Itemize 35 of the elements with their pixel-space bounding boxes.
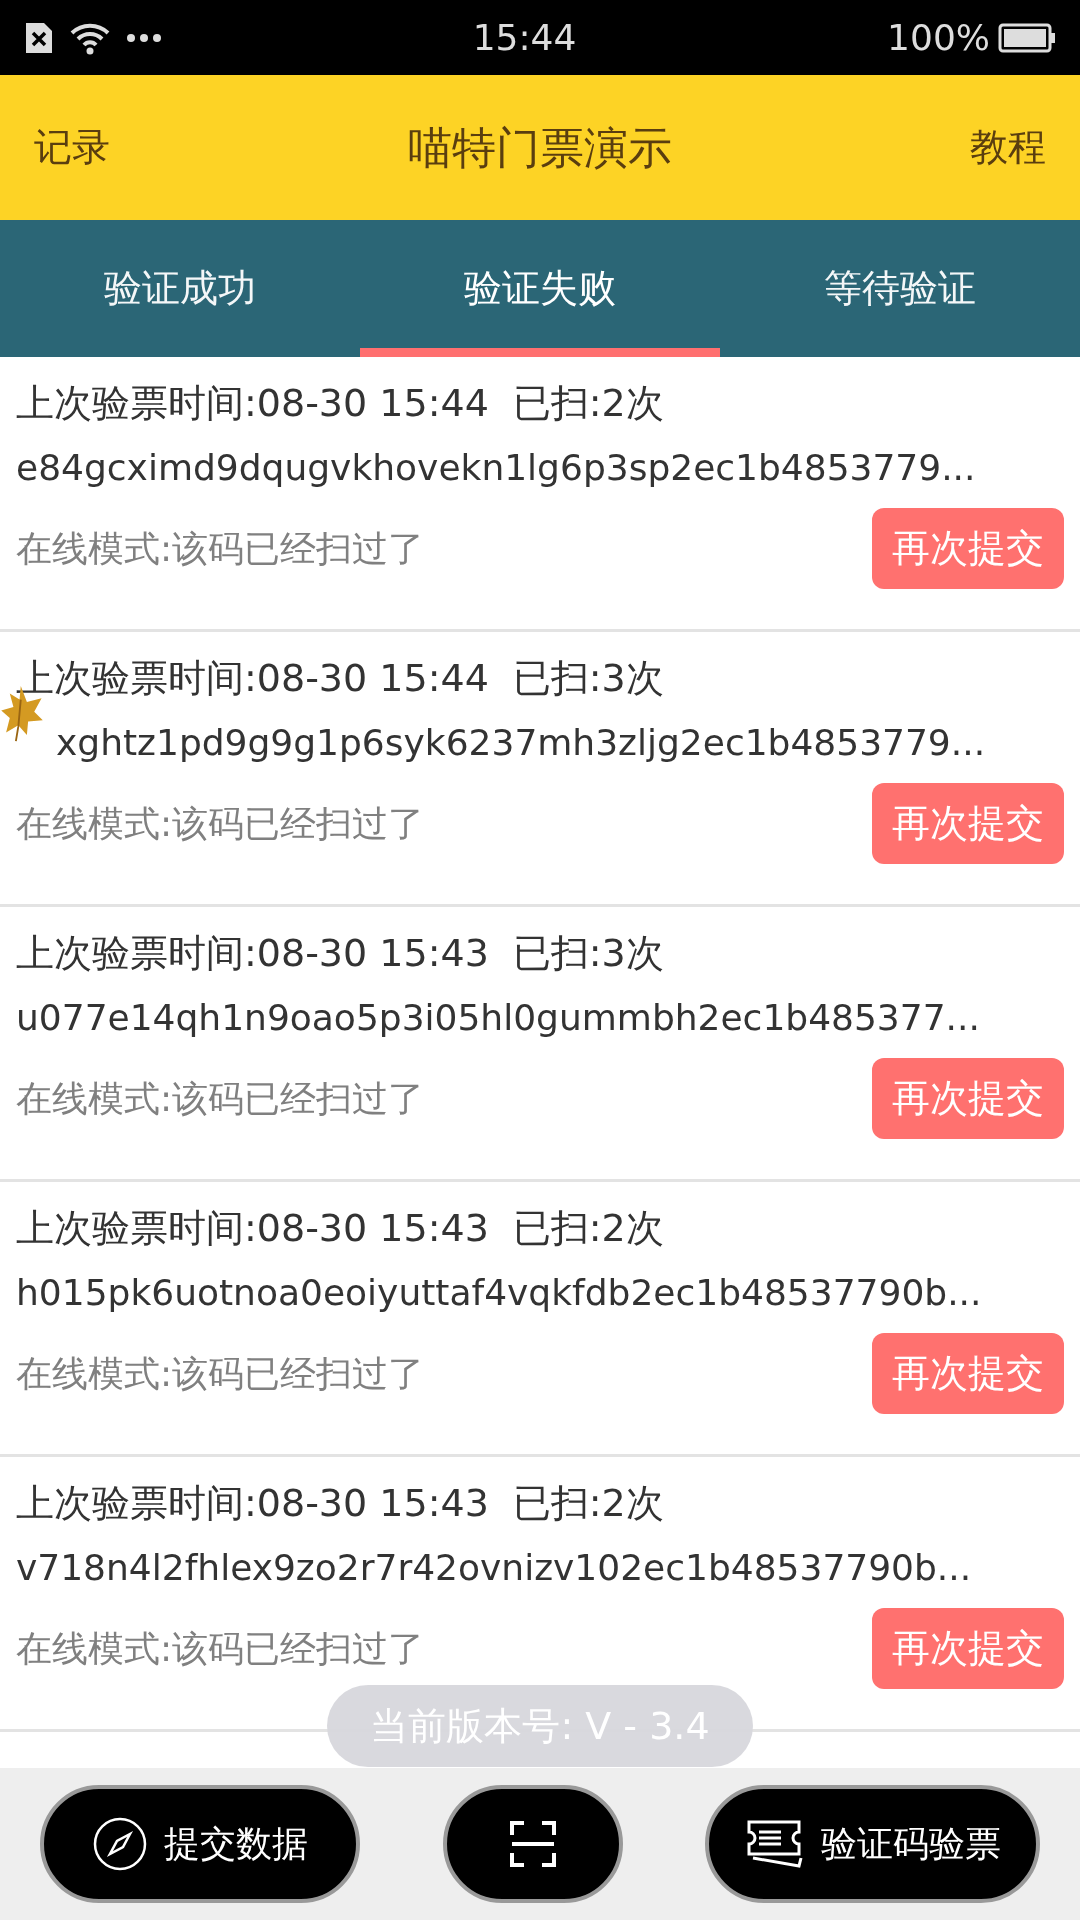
sim-card-icon	[24, 20, 54, 55]
battery-percentage: 100%	[887, 15, 990, 60]
scan-time: 上次验票时间:08-30 15:44	[16, 655, 489, 702]
ticket-code: h015pk6uotnoa0eoiyuttaf4vqkfdb2ec1b48537790b...	[16, 1272, 982, 1313]
compass-icon	[92, 1816, 148, 1872]
scan-time: 上次验票时间:08-30 15:43	[16, 930, 489, 977]
scan-count: 已扫:2次	[512, 1205, 664, 1252]
ticket-code: xghtz1pd9g9g1p6syk6237mh3zljg2ec1b4853779...	[56, 722, 986, 763]
scan-count: 已扫:3次	[512, 655, 664, 702]
ticket-code: u077e14qh1n9oao5p3i05hl0gummbh2ec1b485377...	[16, 997, 980, 1038]
app-title: 喵特门票演示	[408, 120, 672, 175]
scan-count: 已扫:2次	[512, 380, 664, 427]
tab[interactable]: 验证成功	[0, 220, 360, 357]
code-verify-button[interactable]: 验证码验票	[705, 1785, 1040, 1903]
scan-time: 上次验票时间:08-30 15:44	[16, 380, 489, 427]
submit-data-button[interactable]: 提交数据	[40, 1785, 360, 1903]
status-message: 在线模式:该码已经扫过了	[16, 1351, 425, 1396]
tab[interactable]: 验证失败	[360, 220, 720, 357]
status-message: 在线模式:该码已经扫过了	[16, 526, 425, 571]
scan-count: 已扫:2次	[512, 1480, 664, 1527]
scan-time: 上次验票时间:08-30 15:43	[16, 1480, 489, 1527]
status-message: 在线模式:该码已经扫过了	[16, 1626, 425, 1671]
status-time: 15:44	[472, 15, 577, 60]
battery-icon	[998, 22, 1056, 53]
ticket-code: e84gcximd9dqugvkhovekn1lg6p3sp2ec1b4853779...	[16, 447, 976, 488]
tutorial-link[interactable]: 教程	[970, 119, 1046, 176]
records-link[interactable]: 记录	[34, 119, 110, 176]
scan-count: 已扫:3次	[512, 930, 664, 977]
status-message: 在线模式:该码已经扫过了	[16, 801, 425, 846]
scan-time: 上次验票时间:08-30 15:43	[16, 1205, 489, 1252]
ticket-code: v718n4l2fhlex9zo2r7r42ovnizv102ec1b48537790b...	[16, 1547, 972, 1588]
more-icon	[126, 32, 162, 43]
status-message: 在线模式:该码已经扫过了	[16, 1076, 425, 1121]
scan-icon	[507, 1819, 558, 1869]
tab[interactable]: 等待验证	[720, 220, 1080, 357]
